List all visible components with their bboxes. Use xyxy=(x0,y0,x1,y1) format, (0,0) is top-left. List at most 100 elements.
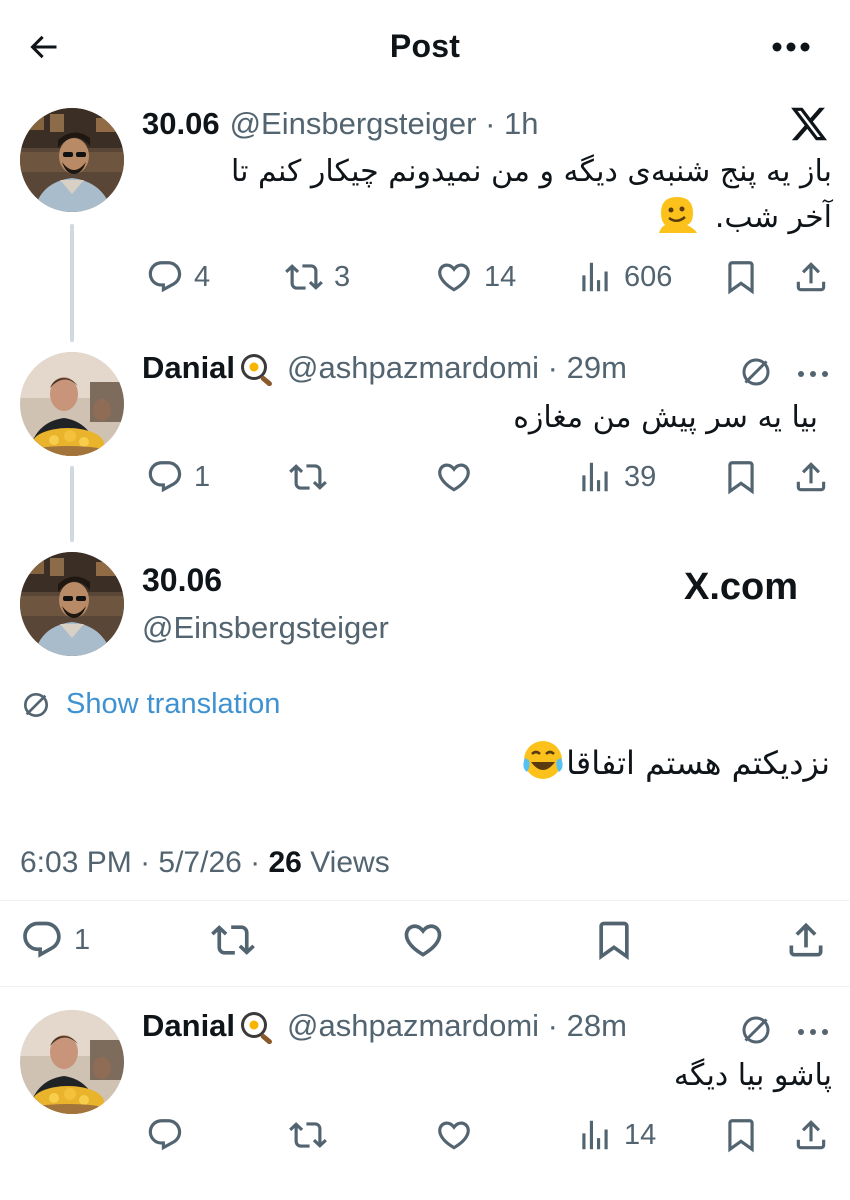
bookmark-icon xyxy=(722,1116,760,1154)
retweet-button[interactable] xyxy=(288,1116,328,1154)
tweet-text: پاشو بیا دیگه xyxy=(673,1058,832,1093)
handle[interactable]: @Einsbergsteiger · 1h xyxy=(230,106,539,142)
like-button[interactable] xyxy=(434,458,474,496)
retweet-button[interactable]: 3 xyxy=(284,258,350,296)
display-name[interactable]: 30.06 xyxy=(142,106,220,142)
translate-icon[interactable] xyxy=(738,1012,774,1053)
like-button[interactable]: 14 xyxy=(434,258,516,296)
thread-line xyxy=(70,224,74,342)
reply-icon xyxy=(146,258,184,296)
heart-icon xyxy=(434,458,474,496)
share-button[interactable] xyxy=(792,458,830,496)
tweet-text-line: باز یه پنج شنبه‌ی دیگه و من نمیدونم چیکا… xyxy=(231,154,832,189)
more-options-button[interactable] xyxy=(796,366,830,384)
frying-pan-emoji xyxy=(237,350,277,386)
views-button[interactable]: 14 xyxy=(576,1116,656,1154)
frying-pan-emoji xyxy=(237,1008,277,1044)
retweet-icon xyxy=(284,258,324,296)
views-count: 606 xyxy=(624,260,673,293)
share-button[interactable] xyxy=(792,1116,830,1154)
divider xyxy=(0,900,850,901)
handle[interactable]: @Einsbergsteiger xyxy=(142,610,389,646)
translate-icon[interactable] xyxy=(738,354,774,395)
bookmark-icon xyxy=(722,458,760,496)
handle[interactable]: @ashpazmardomi · 29m xyxy=(287,350,627,386)
retweet-button[interactable] xyxy=(288,458,328,496)
bookmark-icon xyxy=(722,258,760,296)
bookmark-button[interactable] xyxy=(722,1116,760,1154)
more-options-button[interactable] xyxy=(796,1024,830,1042)
views-icon xyxy=(576,458,614,496)
tweet-header: Danial @ashpazmardomi · 29m xyxy=(142,350,627,386)
display-name[interactable]: Danial xyxy=(142,350,277,386)
post-time[interactable]: 6:03 PM xyxy=(20,846,132,879)
tweet-header: 30.06 @Einsbergsteiger · 1h xyxy=(142,106,539,142)
views-label: Views xyxy=(310,846,390,879)
bookmark-button[interactable] xyxy=(722,258,760,296)
views-button[interactable]: 39 xyxy=(576,458,656,496)
share-button[interactable] xyxy=(792,258,830,296)
share-button[interactable] xyxy=(784,918,828,962)
views-count: 26 xyxy=(268,846,302,879)
like-count: 14 xyxy=(484,260,517,293)
reply-count: 1 xyxy=(74,923,91,956)
timestamp[interactable]: 1h xyxy=(504,106,538,141)
heart-icon xyxy=(434,258,474,296)
retweet-icon xyxy=(288,458,328,496)
tweet-text-line: آخر شب. xyxy=(142,193,832,247)
display-name[interactable]: Danial xyxy=(142,1008,277,1044)
reply-button[interactable] xyxy=(146,1116,184,1154)
bookmark-button[interactable] xyxy=(722,458,760,496)
like-button[interactable] xyxy=(400,918,446,962)
tweet-text: نزدیکتم هستم اتفاقا xyxy=(20,738,830,794)
retweet-icon xyxy=(210,918,256,962)
tweet-text: بیا یه سر پیش من مغازه xyxy=(513,400,818,435)
laughing-emoji xyxy=(520,738,566,794)
avatar[interactable] xyxy=(20,108,124,212)
share-icon xyxy=(792,258,830,296)
x-logo-icon[interactable] xyxy=(788,104,830,149)
retweet-icon xyxy=(288,1116,328,1154)
translate-icon xyxy=(20,689,52,721)
divider xyxy=(0,986,850,987)
tweet-header: Danial @ashpazmardomi · 28m xyxy=(142,1008,627,1044)
show-translation-button[interactable]: Show translation xyxy=(20,688,280,721)
show-translation-label: Show translation xyxy=(66,688,281,720)
reply-icon xyxy=(146,458,184,496)
timestamp[interactable]: 28m xyxy=(567,1008,627,1043)
reply-button[interactable]: 1 xyxy=(20,918,90,962)
more-horizontal-icon xyxy=(798,1029,828,1035)
heart-icon xyxy=(400,918,446,962)
avatar[interactable] xyxy=(20,1010,124,1114)
tweet-text: باز یه پنج شنبه‌ی دیگه و من نمیدونم چیکا… xyxy=(142,150,832,247)
views-button[interactable]: 606 xyxy=(576,258,672,296)
reply-button[interactable]: 1 xyxy=(146,458,210,496)
handle[interactable]: @ashpazmardomi · 28m xyxy=(287,1008,627,1044)
heart-icon xyxy=(434,1116,474,1154)
views-icon xyxy=(576,258,614,296)
views-count: 14 xyxy=(624,1118,657,1151)
avatar[interactable] xyxy=(20,552,124,656)
share-icon xyxy=(784,918,828,962)
share-icon xyxy=(792,458,830,496)
thread-line xyxy=(70,466,74,542)
avatar[interactable] xyxy=(20,352,124,456)
post-date[interactable]: 5/7/26 xyxy=(158,846,241,879)
reply-count: 4 xyxy=(194,260,211,293)
reply-count: 1 xyxy=(194,460,211,493)
display-name[interactable]: 30.06 xyxy=(142,562,222,599)
more-horizontal-icon xyxy=(798,371,828,377)
more-options-button[interactable] xyxy=(766,32,816,62)
more-horizontal-icon xyxy=(772,42,810,52)
share-icon xyxy=(792,1116,830,1154)
reply-button[interactable]: 4 xyxy=(146,258,210,296)
views-count: 39 xyxy=(624,460,657,493)
retweet-button[interactable] xyxy=(210,918,256,962)
x-com-watermark: X.com xyxy=(684,566,799,608)
timestamp[interactable]: 29m xyxy=(567,350,627,385)
page-title: Post xyxy=(389,28,461,64)
views-icon xyxy=(576,1116,614,1154)
melting-face-emoji xyxy=(655,193,699,247)
like-button[interactable] xyxy=(434,1116,474,1154)
bookmark-button[interactable] xyxy=(592,918,636,962)
